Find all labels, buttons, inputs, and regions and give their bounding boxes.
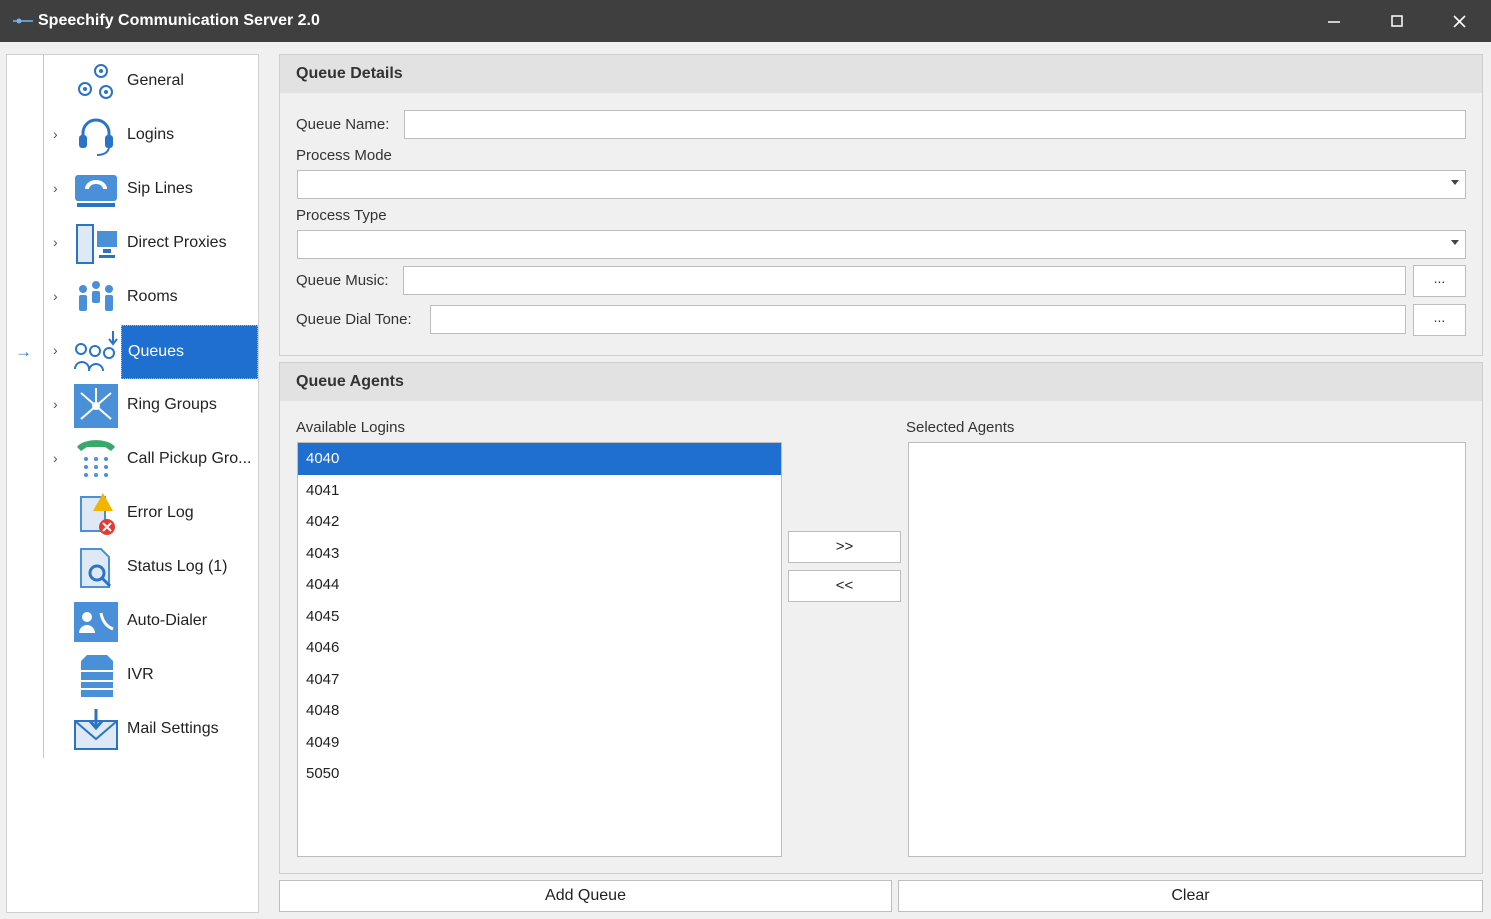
add-agent-button[interactable]: >> <box>788 531 901 563</box>
process-mode-select[interactable] <box>297 170 1466 199</box>
title-bar: Speechify Communication Server 2.0 <box>0 0 1491 42</box>
auto-dialer-icon <box>71 598 121 646</box>
process-type-select[interactable] <box>297 230 1466 259</box>
nav-label: Sip Lines <box>127 180 193 197</box>
nav-item-error-log[interactable]: Error Log <box>7 487 258 541</box>
queue-name-label: Queue Name: <box>296 116 390 133</box>
nav-label: Queues <box>121 325 258 379</box>
process-type-label: Process Type <box>296 207 387 224</box>
available-logins-label: Available Logins <box>296 419 405 436</box>
nav-label: Error Log <box>127 504 194 521</box>
list-item[interactable]: 4042 <box>298 506 781 538</box>
queue-dial-tone-label: Queue Dial Tone: <box>296 311 412 328</box>
chevron-right-icon[interactable]: › <box>53 234 65 250</box>
dropdown-arrow-icon[interactable] <box>1451 240 1459 245</box>
maximize-icon[interactable] <box>1365 0 1428 42</box>
people-queue-icon <box>71 328 121 376</box>
headset-icon <box>71 112 121 160</box>
nav-item-logins[interactable]: › Logins <box>7 109 258 163</box>
meeting-room-icon <box>71 274 121 322</box>
list-item[interactable]: 4046 <box>298 632 781 664</box>
add-queue-button[interactable]: Add Queue <box>279 880 892 912</box>
list-item[interactable]: 4049 <box>298 727 781 759</box>
queue-details-panel: Queue Details Queue Name: Process Mode P… <box>279 54 1483 356</box>
queue-agents-panel: Queue Agents Available Logins Selected A… <box>279 362 1483 874</box>
list-item[interactable]: 4048 <box>298 695 781 727</box>
clear-button[interactable]: Clear <box>898 880 1483 912</box>
chevron-right-icon[interactable]: › <box>53 396 65 412</box>
navigation-tree: General › Logins › Sip Lines › Direct Pr… <box>6 54 259 913</box>
queue-music-input[interactable] <box>403 266 1406 295</box>
error-log-icon <box>71 490 121 538</box>
nav-item-general[interactable]: General <box>7 55 258 109</box>
process-mode-label: Process Mode <box>296 147 392 164</box>
nav-item-mail-settings[interactable]: Mail Settings <box>7 703 258 757</box>
nav-item-rooms[interactable]: › Rooms <box>7 271 258 325</box>
list-item[interactable]: 4047 <box>298 664 781 696</box>
status-log-icon <box>71 544 121 592</box>
queue-dial-tone-browse-button[interactable]: ... <box>1413 304 1466 336</box>
close-icon[interactable] <box>1428 0 1491 42</box>
nav-item-status-log[interactable]: Status Log (1) <box>7 541 258 595</box>
phone-router-icon <box>71 166 121 214</box>
nav-label: IVR <box>127 666 154 683</box>
server-icon <box>71 652 121 700</box>
nav-label: Direct Proxies <box>127 234 227 251</box>
nav-item-direct-proxies[interactable]: › Direct Proxies <box>7 217 258 271</box>
chevron-right-icon[interactable]: › <box>53 126 65 142</box>
nav-label: Status Log (1) <box>127 558 228 575</box>
list-item[interactable]: 4043 <box>298 538 781 570</box>
window-title: Speechify Communication Server 2.0 <box>38 12 320 29</box>
computers-icon <box>71 220 121 268</box>
nav-item-queues[interactable]: → › Queues <box>7 325 258 379</box>
list-item[interactable]: 4040 <box>298 443 781 475</box>
nav-label: Call Pickup Gro... <box>127 450 252 467</box>
available-logins-list[interactable]: 4040 4041 4042 4043 4044 4045 4046 4047 4048 4049… <box>297 442 782 857</box>
chevron-right-icon[interactable]: › <box>53 180 65 196</box>
nav-item-sip-lines[interactable]: › Sip Lines <box>7 163 258 217</box>
phone-keypad-icon <box>71 436 121 484</box>
list-item[interactable]: 4041 <box>298 475 781 507</box>
queue-dial-tone-input[interactable] <box>430 305 1406 334</box>
remove-agent-button[interactable]: << <box>788 570 901 602</box>
nav-label: Ring Groups <box>127 396 217 413</box>
nav-label: Rooms <box>127 288 178 305</box>
chevron-right-icon[interactable]: › <box>53 450 65 466</box>
chevron-right-icon[interactable]: › <box>53 288 65 304</box>
current-arrow-icon: → <box>15 342 32 361</box>
nav-item-ring-groups[interactable]: › Ring Groups <box>7 379 258 433</box>
queue-name-input[interactable] <box>404 110 1466 139</box>
queue-music-browse-button[interactable]: ... <box>1413 265 1466 297</box>
nav-label: Mail Settings <box>127 720 219 737</box>
dropdown-arrow-icon[interactable] <box>1451 180 1459 185</box>
queue-agents-header: Queue Agents <box>280 363 1482 401</box>
minimize-icon[interactable] <box>1302 0 1365 42</box>
selected-agents-label: Selected Agents <box>906 419 1015 436</box>
mail-icon <box>71 706 121 754</box>
gears-icon <box>71 58 121 106</box>
nav-item-ivr[interactable]: IVR <box>7 649 258 703</box>
list-item[interactable]: 5050 <box>298 758 781 790</box>
nav-label: Auto-Dialer <box>127 612 208 629</box>
list-item[interactable]: 4045 <box>298 601 781 633</box>
list-item[interactable]: 4044 <box>298 569 781 601</box>
nav-item-call-pickup-groups[interactable]: › Call Pickup Gro... <box>7 433 258 487</box>
chevron-right-icon[interactable]: › <box>53 342 65 358</box>
app-logo-icon <box>12 16 36 26</box>
queue-music-label: Queue Music: <box>296 272 389 289</box>
nav-label: General <box>127 72 184 89</box>
network-icon <box>71 382 121 430</box>
selected-agents-list[interactable] <box>908 442 1466 857</box>
queue-details-header: Queue Details <box>280 55 1482 93</box>
nav-item-auto-dialer[interactable]: Auto-Dialer <box>7 595 258 649</box>
nav-label: Logins <box>127 126 175 143</box>
